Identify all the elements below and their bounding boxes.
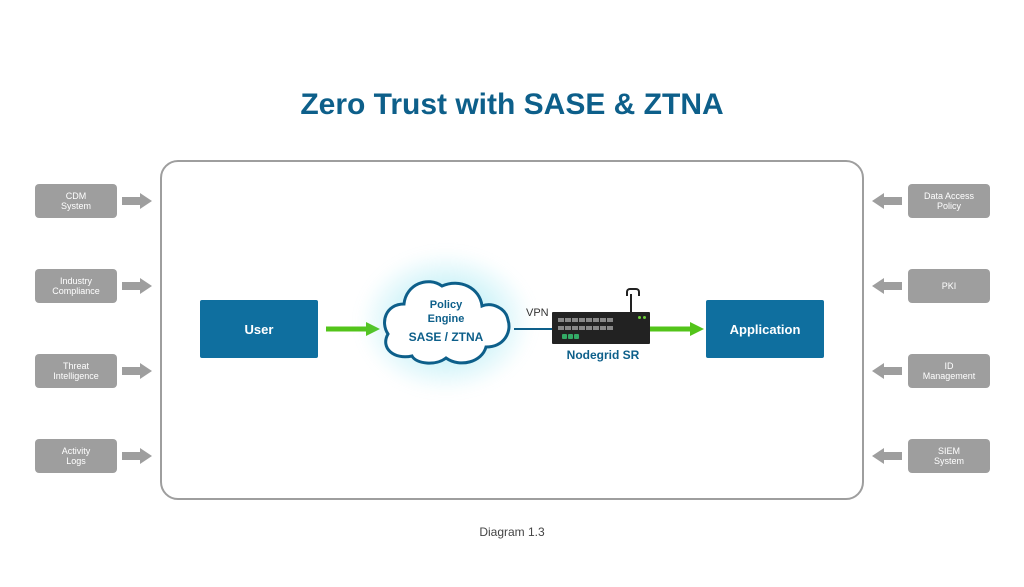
user-label: User <box>245 322 274 337</box>
arrow-left-icon <box>872 278 902 294</box>
application-node: Application <box>706 300 824 358</box>
right-input-box: PKI <box>908 269 990 303</box>
cloud-label-sase-ztna: SASE / ZTNA <box>376 330 516 346</box>
application-label: Application <box>730 322 801 337</box>
arrow-left-icon <box>872 363 902 379</box>
vpn-label: VPN <box>526 307 549 319</box>
arrow-left-icon <box>872 448 902 464</box>
arrow-right-icon <box>122 363 152 379</box>
left-input-box: CDMSystem <box>35 184 117 218</box>
vpn-link-line <box>514 328 556 330</box>
diagram-title: Zero Trust with SASE & ZTNA <box>0 88 1024 122</box>
device-antenna-icon <box>630 294 632 314</box>
right-input-box: SIEMSystem <box>908 439 990 473</box>
arrow-right-icon <box>122 278 152 294</box>
cloud-node: Policy Engine SASE / ZTNA <box>376 262 516 382</box>
flow-row: User Policy Engine SASE / ZTNA VPN Nodeg… <box>200 280 824 400</box>
left-input-box: ThreatIntelligence <box>35 354 117 388</box>
arrow-left-icon <box>872 193 902 209</box>
arrow-device-to-app <box>650 322 704 336</box>
right-input-box: IDManagement <box>908 354 990 388</box>
nodegrid-device-icon <box>552 312 650 344</box>
arrow-right-icon <box>122 193 152 209</box>
cloud-label-engine: Engine <box>376 312 516 326</box>
diagram-caption: Diagram 1.3 <box>0 525 1024 539</box>
device-label: Nodegrid SR <box>548 348 658 362</box>
left-input-box: IndustryCompliance <box>35 269 117 303</box>
arrow-right-icon <box>122 448 152 464</box>
user-node: User <box>200 300 318 358</box>
left-input-box: ActivityLogs <box>35 439 117 473</box>
right-input-box: Data AccessPolicy <box>908 184 990 218</box>
cloud-label-policy: Policy <box>376 298 516 312</box>
